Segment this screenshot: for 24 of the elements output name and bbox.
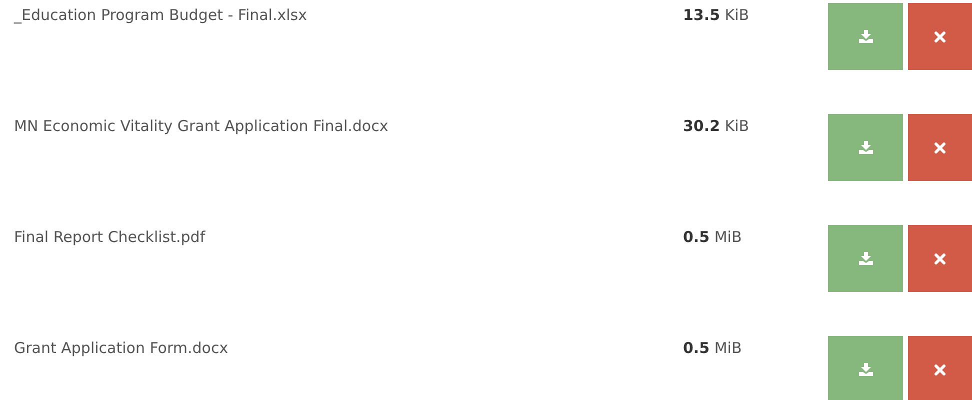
delete-button[interactable] bbox=[908, 336, 972, 400]
file-name: _Education Program Budget - Final.xlsx bbox=[14, 6, 308, 24]
download-icon bbox=[858, 141, 872, 154]
file-size: 0.5 MiB bbox=[683, 339, 743, 357]
file-name: Final Report Checklist.pdf bbox=[14, 228, 206, 246]
download-icon bbox=[858, 252, 872, 265]
file-size: 30.2 KiB bbox=[683, 117, 750, 135]
close-icon bbox=[934, 142, 946, 154]
delete-button[interactable] bbox=[908, 225, 972, 292]
close-icon bbox=[934, 252, 946, 264]
file-name: Grant Application Form.docx bbox=[14, 339, 230, 357]
file-name: MN Economic Vitality Grant Application Final.docx bbox=[14, 117, 390, 135]
download-icon bbox=[858, 30, 872, 43]
delete-button[interactable] bbox=[908, 3, 972, 70]
download-icon bbox=[858, 363, 872, 376]
download-button[interactable] bbox=[828, 3, 903, 70]
download-button[interactable] bbox=[828, 114, 903, 181]
file-size: 13.5 KiB bbox=[683, 6, 750, 24]
download-button[interactable] bbox=[828, 336, 903, 400]
delete-button[interactable] bbox=[908, 114, 972, 181]
close-icon bbox=[934, 364, 946, 376]
close-icon bbox=[934, 30, 946, 42]
download-button[interactable] bbox=[828, 225, 903, 292]
file-size: 0.5 MiB bbox=[683, 228, 743, 246]
